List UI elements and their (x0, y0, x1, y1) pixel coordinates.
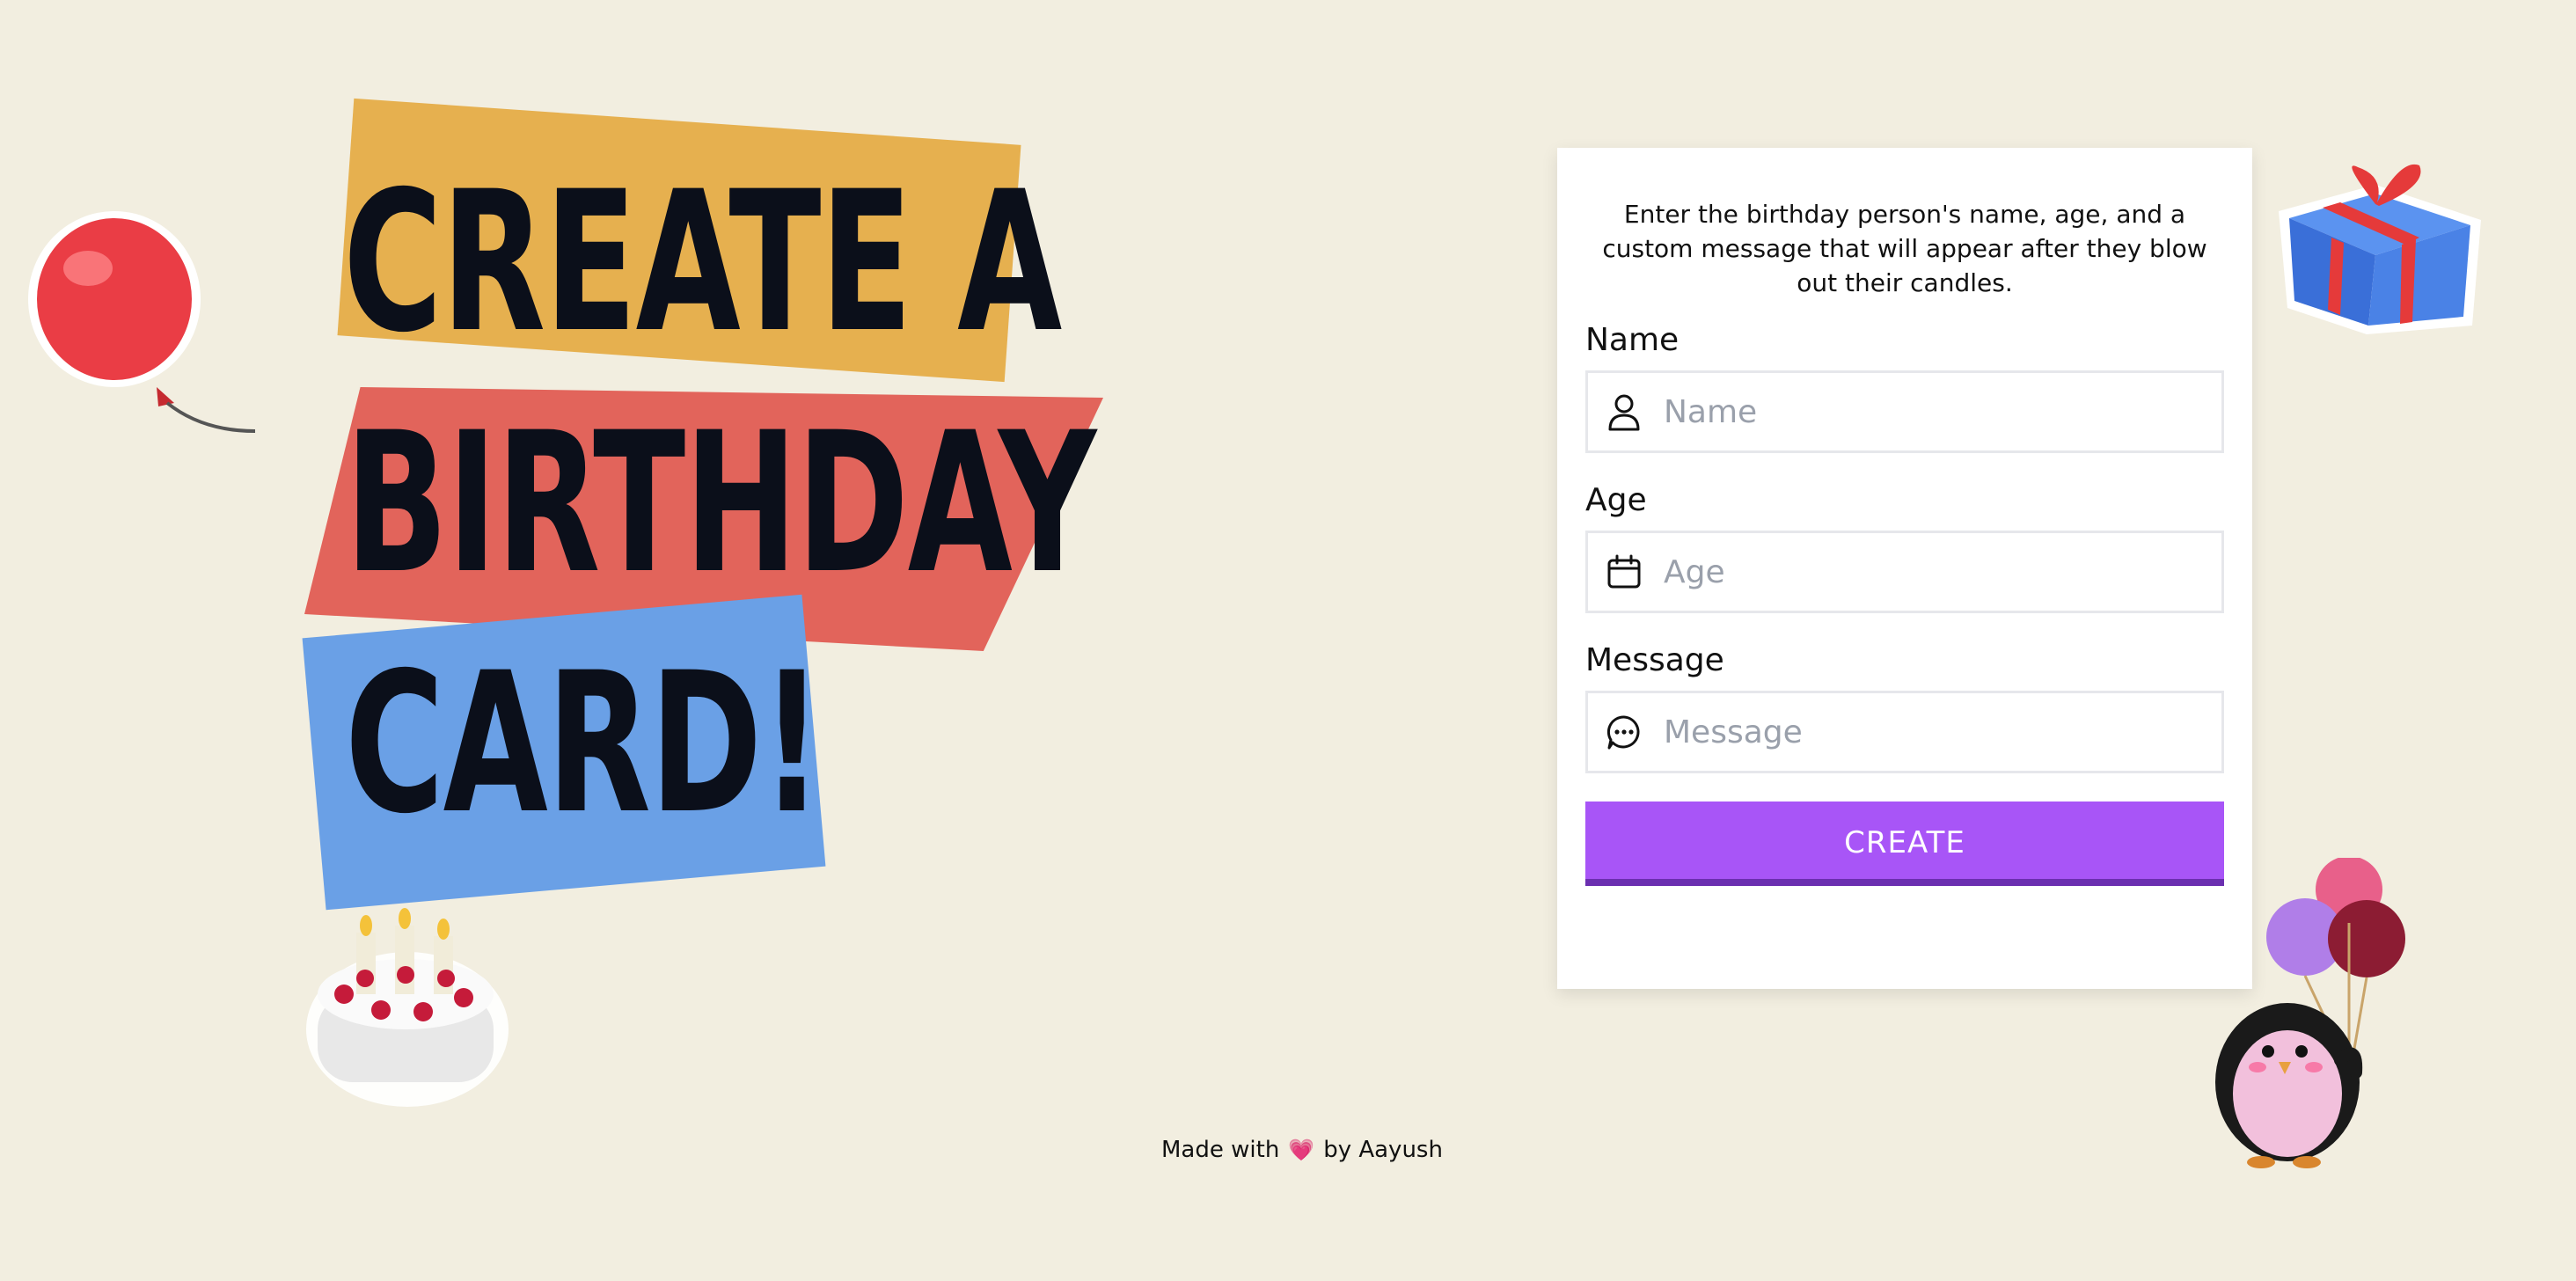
create-button[interactable]: CREATE (1585, 802, 2224, 886)
age-label: Age (1585, 482, 1647, 518)
name-input[interactable] (1662, 376, 2221, 448)
footer-made-with: Made with (1161, 1137, 1280, 1163)
birthday-form-card: Enter the birthday person's name, age, a… (1557, 148, 2252, 989)
chat-bubble-icon (1604, 712, 1644, 752)
message-input-wrapper (1585, 691, 2224, 773)
hero-title: CREATE A BIRTHDAY CARD! (0, 0, 1232, 968)
message-input[interactable] (1662, 696, 2221, 768)
gift-icon (2279, 164, 2481, 334)
form-intro: Enter the birthday person's name, age, a… (1602, 200, 2207, 297)
cake-sticker (304, 906, 515, 1109)
hero-line-3: CARD! (345, 631, 823, 856)
heart-icon: 💗 (1288, 1138, 1315, 1162)
balloon-sticker (26, 211, 273, 458)
gift-sticker (2270, 150, 2499, 343)
person-icon (1604, 392, 1644, 432)
name-input-wrapper (1585, 370, 2224, 453)
message-label: Message (1585, 642, 1724, 678)
hero-line-1: CREATE A (343, 150, 1062, 375)
hero-line-2: BIRTHDAY (345, 391, 1096, 616)
footer-author: by Aayush (1323, 1137, 1443, 1163)
name-label: Name (1585, 322, 1680, 358)
cake-icon (306, 908, 509, 1107)
footer-credit: Made with 💗 by Aayush (1161, 1137, 1443, 1163)
calendar-icon (1604, 552, 1644, 592)
balloon-icon (28, 211, 256, 433)
age-input-wrapper (1585, 531, 2224, 613)
age-input[interactable] (1662, 536, 2221, 608)
